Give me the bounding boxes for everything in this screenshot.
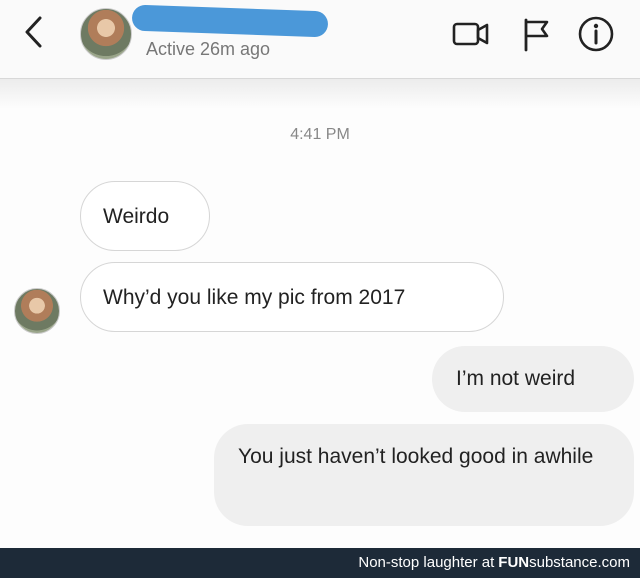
- flag-icon: [524, 18, 549, 52]
- watermark-tagline: Non-stop laughter at: [358, 554, 495, 571]
- active-status: Active 26m ago: [146, 39, 271, 59]
- video-call-icon: [452, 22, 489, 46]
- message-text: I’m not weird: [456, 367, 576, 390]
- watermark-brand-suffix: substance.com: [529, 554, 630, 571]
- site-watermark: Non-stop laughter at FUNsubstance.com: [358, 554, 630, 571]
- back-chevron-icon: [25, 16, 42, 48]
- chat-header: Active 26m ago: [0, 0, 640, 79]
- info-button[interactable]: [576, 14, 618, 54]
- header-shadow: [0, 79, 640, 109]
- redacted-contact-name: [131, 4, 329, 38]
- incoming-message-bubble[interactable]: Weirdo: [80, 181, 210, 251]
- report-button[interactable]: [514, 14, 556, 54]
- sender-avatar[interactable]: [14, 288, 60, 334]
- message-text: Why’d you like my pic from 2017: [103, 286, 406, 309]
- info-icon: [578, 16, 614, 52]
- outgoing-message-bubble[interactable]: I’m not weird: [432, 346, 634, 412]
- watermark-bar: Non-stop laughter at FUNsubstance.com: [0, 548, 640, 578]
- message-text: Weirdo: [103, 205, 170, 228]
- video-call-button[interactable]: [450, 14, 492, 54]
- contact-avatar[interactable]: [80, 8, 132, 60]
- back-button[interactable]: [18, 12, 50, 52]
- message-timestamp: 4:41 PM: [290, 126, 350, 143]
- incoming-message-bubble[interactable]: Why’d you like my pic from 2017: [80, 262, 504, 332]
- message-text: You just haven’t looked good in awhile: [238, 445, 594, 468]
- chat-screen: Active 26m ago 4:41 PM Weirdo Why’d you …: [0, 0, 640, 548]
- watermark-brand-prefix: FUN: [498, 554, 530, 571]
- outgoing-message-bubble[interactable]: You just haven’t looked good in awhile: [214, 424, 634, 526]
